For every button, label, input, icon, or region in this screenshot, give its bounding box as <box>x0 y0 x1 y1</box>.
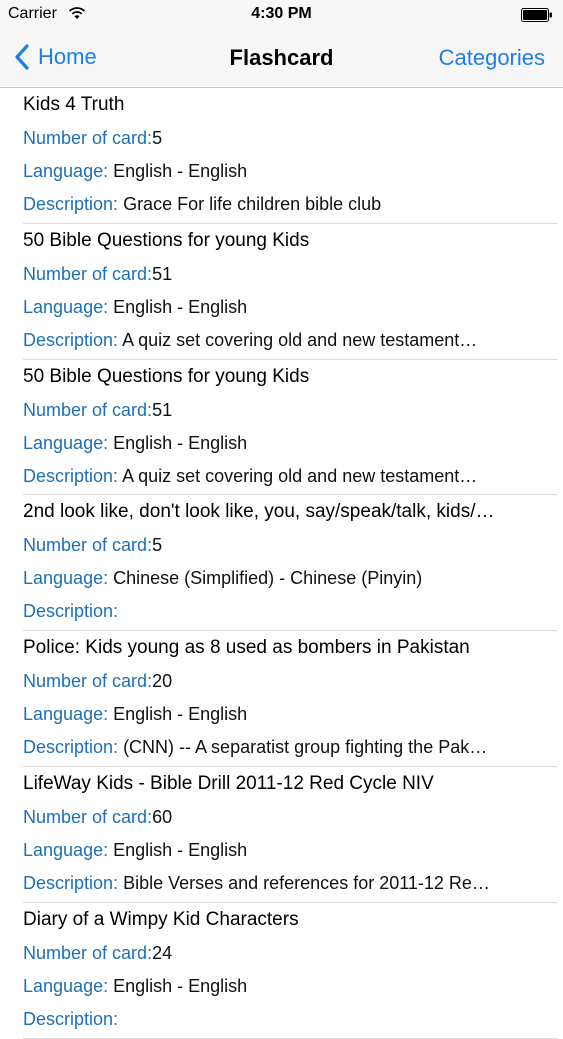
flashcard-set-item[interactable]: Police: Kids young as 8 used as bombers … <box>0 631 563 767</box>
description-label: Description: <box>23 872 119 893</box>
language-value: English - English <box>113 704 248 725</box>
card-count-row: Number of card:51 <box>23 394 563 427</box>
card-count-row: Number of card:51 <box>23 258 563 291</box>
description-row: Description: A quiz set covering old and… <box>23 324 563 357</box>
language-row: Language: English - English <box>23 834 563 867</box>
language-row: Language: English - English <box>23 291 563 324</box>
description-value: Grace For life children bible club <box>123 194 382 214</box>
card-count-row: Number of card:24 <box>23 937 563 970</box>
flashcard-set-item[interactable]: 2nd look like, don't look like, you, say… <box>0 495 563 632</box>
card-count-label: Number of card: <box>23 263 153 284</box>
card-count-value: 60 <box>152 806 173 827</box>
language-label: Language: <box>23 568 109 589</box>
categories-button[interactable]: Categories <box>439 45 545 71</box>
battery-icon <box>521 8 552 22</box>
card-count-label: Number of card: <box>23 399 153 420</box>
language-label: Language: <box>23 839 109 860</box>
back-home-button[interactable]: Home <box>14 42 97 72</box>
language-label: Language: <box>23 432 109 453</box>
flashcard-set-item[interactable]: Diary of a Wimpy Kid Characters Number o… <box>0 903 563 1039</box>
card-count-value: 20 <box>152 671 173 692</box>
description-value: A quiz set covering old and new testamen… <box>122 465 478 486</box>
description-label: Description: <box>23 194 119 214</box>
description-label: Description: <box>23 1008 119 1029</box>
flashcard-set-item[interactable]: 50 Bible Questions for young Kids Number… <box>0 360 563 496</box>
language-label: Language: <box>23 161 109 181</box>
chevron-left-icon <box>15 44 29 70</box>
description-value: Bible Verses and references for 2011-12 … <box>123 872 490 893</box>
language-value: English - English <box>113 839 248 860</box>
language-label: Language: <box>23 975 109 996</box>
language-row: Language: English - English <box>23 427 563 460</box>
description-row: Description: A quiz set covering old and… <box>23 460 563 493</box>
description-label: Description: <box>23 465 119 486</box>
language-row: Language: English - English <box>23 155 563 188</box>
set-title: Kids 4 Truth <box>23 94 125 115</box>
language-value: English - English <box>113 296 248 317</box>
flashcard-set-item[interactable]: Kids 4 Truth Number of card:5 Language: … <box>0 88 563 224</box>
description-row: Description: <box>23 595 563 628</box>
set-title: Diary of a Wimpy Kid Characters <box>23 908 299 930</box>
clock: 4:30 PM <box>251 5 312 22</box>
card-count-value: 24 <box>152 942 173 963</box>
navigation-bar: Home Flashcard Categories <box>0 30 563 88</box>
card-count-row: Number of card:5 <box>23 529 563 562</box>
card-count-label: Number of card: <box>23 128 153 148</box>
card-count-row: Number of card:60 <box>23 801 563 834</box>
set-title: LifeWay Kids - Bible Drill 2011-12 Red C… <box>23 772 434 794</box>
card-count-value: 51 <box>152 263 173 284</box>
description-label: Description: <box>23 329 119 350</box>
card-count-value: 5 <box>152 535 163 556</box>
set-title: Police: Kids young as 8 used as bombers … <box>23 637 470 659</box>
language-row: Language: English - English <box>23 970 563 1003</box>
description-row: Description: <box>23 1003 563 1036</box>
status-bar: Carrier 4:30 PM <box>0 0 563 30</box>
description-row: Description: (CNN) -- A separatist group… <box>23 731 563 764</box>
card-count-row: Number of card:5 <box>23 122 563 155</box>
card-count-row: Number of card:20 <box>23 665 563 698</box>
set-title: 2nd look like, don't look like, you, say… <box>23 501 495 523</box>
card-count-label: Number of card: <box>23 942 153 963</box>
card-count-value: 51 <box>152 399 173 420</box>
language-label: Language: <box>23 296 109 317</box>
language-value: English - English <box>113 975 248 996</box>
flashcard-set-item[interactable]: LifeWay Kids - Bible Drill 2011-12 Red C… <box>0 767 563 903</box>
language-row: Language: Chinese (Simplified) - Chinese… <box>23 562 563 595</box>
language-label: Language: <box>23 704 109 725</box>
language-value: English - English <box>113 161 248 181</box>
description-value: (CNN) -- A separatist group fighting the… <box>123 737 488 758</box>
description-label: Description: <box>23 737 119 758</box>
language-row: Language: English - English <box>23 698 563 731</box>
card-count-label: Number of card: <box>23 535 153 556</box>
card-count-value: 5 <box>152 128 163 148</box>
flashcard-list: Kids 4 Truth Number of card:5 Language: … <box>0 88 563 1039</box>
card-count-label: Number of card: <box>23 671 153 692</box>
back-button-label: Home <box>38 44 97 69</box>
description-row: Description: Bible Verses and references… <box>23 867 563 900</box>
language-value: English - English <box>113 432 248 453</box>
card-count-label: Number of card: <box>23 806 153 827</box>
row-separator <box>23 1037 557 1039</box>
set-title: 50 Bible Questions for young Kids <box>23 365 310 387</box>
flashcard-set-item[interactable]: 50 Bible Questions for young Kids Number… <box>0 224 563 360</box>
language-value: Chinese (Simplified) - Chinese (Pinyin) <box>113 568 423 589</box>
description-label: Description: <box>23 601 119 622</box>
description-row: Description: Grace For life children bib… <box>23 188 563 221</box>
description-value: A quiz set covering old and new testamen… <box>122 329 478 350</box>
set-title: 50 Bible Questions for young Kids <box>23 229 310 251</box>
